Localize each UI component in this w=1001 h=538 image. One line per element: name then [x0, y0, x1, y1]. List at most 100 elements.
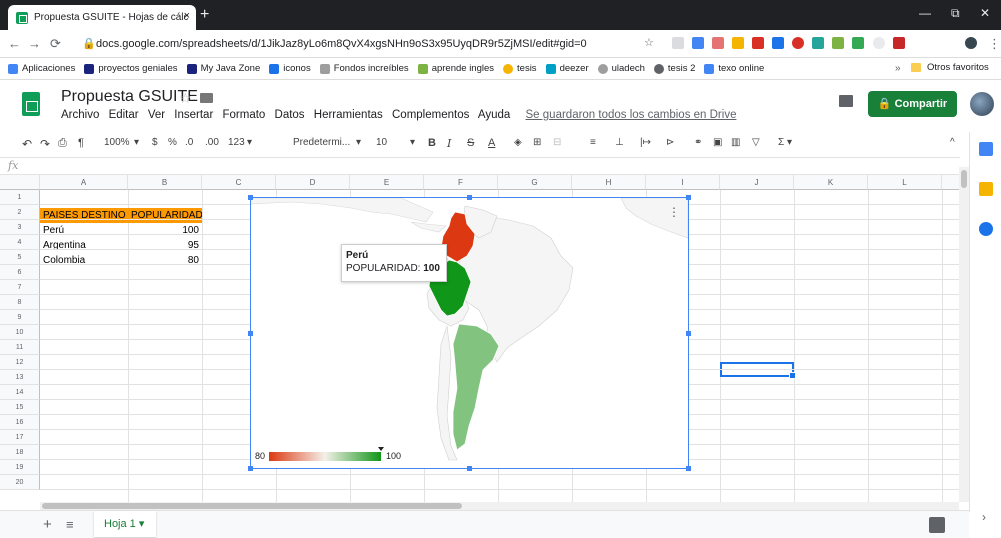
document-title[interactable]: Propuesta GSUITE [61, 88, 198, 106]
resize-handle[interactable] [467, 195, 472, 200]
column-header[interactable]: D [276, 175, 350, 190]
extension-icon[interactable] [893, 37, 905, 49]
profile-avatar-icon[interactable] [965, 37, 977, 49]
bookmark-item[interactable]: texo online [704, 63, 764, 74]
minimize-button[interactable]: — [919, 6, 931, 20]
row-header[interactable]: 1 [0, 190, 40, 205]
address-bar[interactable]: 🔒 docs.google.com/spreadsheets/d/1JikJaz… [82, 34, 660, 54]
bookmark-item[interactable]: Aplicaciones [8, 63, 75, 74]
new-tab-button[interactable]: + [200, 6, 209, 24]
extension-icon[interactable] [732, 37, 744, 49]
column-header[interactable]: H [572, 175, 646, 190]
menu-herramientas[interactable]: Herramientas [314, 109, 383, 121]
extension-icon[interactable] [772, 37, 784, 49]
calendar-icon[interactable] [979, 142, 993, 156]
column-header[interactable] [942, 175, 960, 190]
increase-decimal-button[interactable]: .00 [205, 137, 219, 148]
menu-formato[interactable]: Formato [222, 109, 265, 121]
resize-handle[interactable] [248, 331, 253, 336]
keep-icon[interactable] [979, 182, 993, 196]
sheets-logo-icon[interactable] [22, 92, 40, 116]
row-header[interactable]: 10 [0, 325, 40, 340]
zoom-select[interactable]: 100% [104, 137, 130, 148]
chart-menu-icon[interactable]: ⋮ [668, 205, 680, 219]
row-header[interactable]: 7 [0, 280, 40, 295]
save-status[interactable]: Se guardaron todos los cambios en Drive [526, 109, 737, 121]
column-header[interactable]: G [498, 175, 572, 190]
cell-a5[interactable]: Colombia [40, 253, 128, 268]
text-color-button[interactable]: A [488, 137, 495, 149]
bookmark-item[interactable]: proyectos geniales [84, 63, 178, 74]
extension-icon[interactable] [672, 37, 684, 49]
bookmark-item[interactable]: tesis 2 [653, 63, 695, 74]
menu-insertar[interactable]: Insertar [174, 109, 213, 121]
chrome-menu-icon[interactable]: ⋮ [988, 36, 1001, 52]
column-header[interactable]: K [794, 175, 868, 190]
vertical-scrollbar[interactable] [959, 167, 969, 502]
undo-icon[interactable]: ↶ [22, 137, 32, 151]
cell-b2[interactable]: POPULARIDAD [128, 208, 202, 223]
insert-chart-icon[interactable]: ▥ [731, 137, 740, 148]
merge-cells-icon[interactable]: ⊟ [553, 137, 561, 148]
collapse-toolbar-icon[interactable]: ^ [950, 137, 955, 148]
functions-button[interactable]: Σ [778, 137, 784, 148]
expand-panel-icon[interactable]: › [982, 510, 986, 524]
redo-icon[interactable]: ↷ [40, 137, 50, 151]
row-header[interactable]: 2 [0, 205, 40, 220]
bookmark-item[interactable]: My Java Zone [186, 63, 260, 74]
print-icon[interactable]: ⎙ [58, 137, 67, 150]
column-header[interactable]: B [128, 175, 202, 190]
add-sheet-icon[interactable]: + [43, 516, 52, 533]
extension-icon[interactable] [712, 37, 724, 49]
row-header[interactable]: 9 [0, 310, 40, 325]
bookmark-star-icon[interactable]: ☆ [644, 36, 654, 49]
resize-handle[interactable] [248, 195, 253, 200]
reload-icon[interactable]: ⟳ [50, 36, 61, 52]
font-size-select[interactable]: 10 [376, 137, 387, 148]
all-sheets-icon[interactable]: ≡ [66, 517, 74, 532]
text-wrap-icon[interactable]: |↦ [640, 137, 651, 148]
font-select[interactable]: Predetermi... [293, 137, 350, 148]
tasks-icon[interactable] [979, 222, 993, 236]
currency-format-button[interactable]: $ [152, 137, 158, 148]
menu-archivo[interactable]: Archivo [61, 109, 99, 121]
row-header[interactable]: 16 [0, 415, 40, 430]
row-header[interactable]: 12 [0, 355, 40, 370]
map-region-argentina[interactable] [452, 323, 500, 451]
column-header[interactable]: A [40, 175, 128, 190]
extension-icon[interactable] [692, 37, 704, 49]
bookmark-item[interactable]: tesis [503, 63, 537, 74]
resize-handle[interactable] [686, 331, 691, 336]
other-bookmarks[interactable]: Otros favoritos [927, 62, 989, 73]
decrease-decimal-button[interactable]: .0 [185, 137, 193, 148]
avatar[interactable] [970, 92, 994, 116]
column-header[interactable]: L [868, 175, 942, 190]
move-folder-icon[interactable] [200, 93, 213, 103]
extension-icon[interactable] [752, 37, 764, 49]
row-header[interactable]: 11 [0, 340, 40, 355]
column-header[interactable]: E [350, 175, 424, 190]
cell-a4[interactable]: Argentina [40, 238, 128, 253]
bookmark-item[interactable]: deezer [545, 63, 589, 74]
star-icon[interactable]: ☆ [179, 90, 192, 107]
borders-icon[interactable]: ⊞ [533, 137, 541, 148]
resize-handle[interactable] [686, 466, 691, 471]
cell-b5[interactable]: 80 [128, 253, 202, 268]
row-header[interactable]: 8 [0, 295, 40, 310]
row-header[interactable]: 18 [0, 445, 40, 460]
resize-handle[interactable] [248, 466, 253, 471]
explore-icon[interactable] [929, 517, 945, 533]
bold-button[interactable]: B [428, 137, 436, 149]
percent-format-button[interactable]: % [168, 137, 177, 148]
more-formats-button[interactable]: 123 [228, 137, 245, 148]
row-header[interactable]: 4 [0, 235, 40, 250]
menu-ver[interactable]: Ver [148, 109, 165, 121]
scrollbar-thumb[interactable] [961, 170, 967, 188]
bookmark-item[interactable]: iconos [269, 63, 311, 74]
menu-complementos[interactable]: Complementos [392, 109, 469, 121]
menu-ayuda[interactable]: Ayuda [478, 109, 510, 121]
row-header[interactable]: 5 [0, 250, 40, 265]
italic-button[interactable]: I [447, 137, 451, 150]
download-icon[interactable] [852, 37, 864, 49]
vertical-align-icon[interactable]: ⊥ [615, 137, 624, 148]
